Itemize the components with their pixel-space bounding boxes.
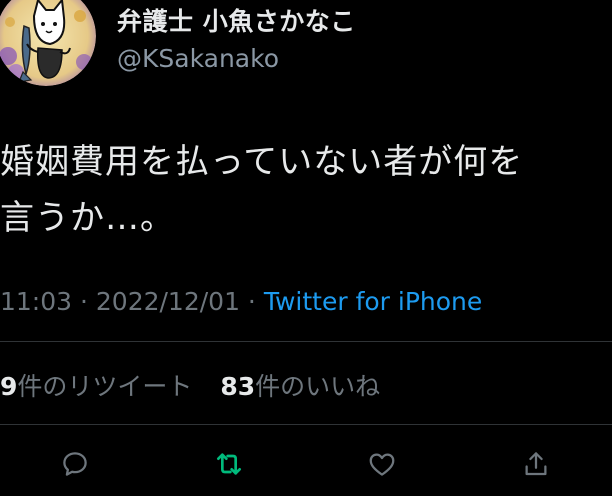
meta-separator-2: · [239,287,264,316]
divider [0,341,612,342]
avatar[interactable] [0,0,96,86]
tweet-action-bar [0,440,612,488]
tweet-stats: 9件のリツイート 83件のいいね [0,367,380,403]
tweet-source-link[interactable]: Twitter for iPhone [264,287,482,316]
like-count-label[interactable]: 件のいいね [255,372,380,401]
meta-separator: · [72,287,96,316]
tweet-date[interactable]: 2022/12/01 [96,287,240,316]
tweet-meta: 11:03 · 2022/12/01 · Twitter for iPhone [0,287,482,316]
display-name[interactable]: 弁護士 小魚さかなこ [117,2,356,38]
like-button[interactable] [362,444,402,484]
reply-button[interactable] [55,444,95,484]
like-count[interactable]: 83 [220,372,255,401]
tweet-text: 婚姻費用を払っていない者が何を 言うか…。 [0,142,524,238]
share-upload-icon [525,452,547,476]
retweet-arrows-icon [217,453,241,475]
retweet-count[interactable]: 9 [0,372,17,401]
avatar-cat-illustration-icon [0,0,96,86]
divider [0,424,612,425]
tweet-header: 弁護士 小魚さかなこ @KSakanako [0,0,612,96]
retweet-count-label[interactable]: 件のリツイート [17,372,192,401]
user-handle[interactable]: @KSakanako [117,44,279,73]
tweet-time[interactable]: 11:03 [0,287,72,316]
retweet-button[interactable] [209,444,249,484]
heart-icon [369,453,395,476]
share-button[interactable] [516,444,556,484]
speech-bubble-icon [63,452,87,476]
